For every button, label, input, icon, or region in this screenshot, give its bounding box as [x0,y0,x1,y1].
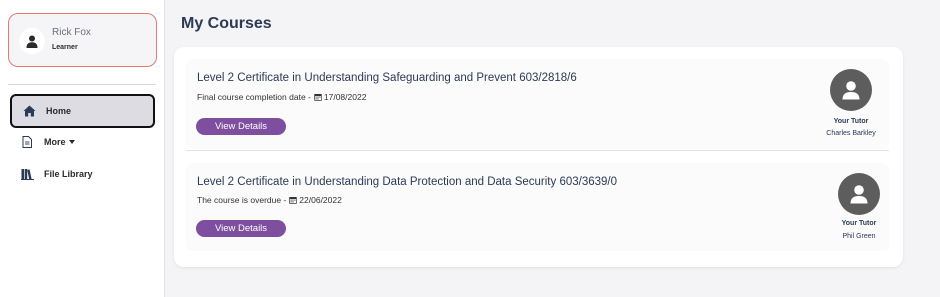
course-status-text: The course is overdue - [197,195,287,205]
course-title: Level 2 Certificate in Understanding Dat… [197,176,618,188]
page-title: My Courses [181,15,272,32]
course-date: 22/06/2022 [299,195,342,205]
tutor-name: Phil Green [842,233,876,240]
sidebar-item-label: More [44,137,66,147]
course-card: Level 2 Certificate in Understanding Dat… [186,163,889,251]
profile-card[interactable]: Rick Fox Learner [8,13,157,67]
course-meta: The course is overdue - 22/06/2022 [197,195,342,205]
course-date: 17/08/2022 [323,92,367,102]
user-avatar-icon [19,28,45,54]
tutor-avatar-icon [830,69,872,111]
books-icon [20,167,34,181]
sidebar-item-label: File Library [44,169,93,179]
view-details-button[interactable]: View Details [196,118,286,135]
sidebar: Rick Fox Learner Home More File Library [0,0,165,297]
courses-panel: Level 2 Certificate in Understanding Saf… [174,47,903,267]
tutor-label: Your Tutor [833,118,869,125]
profile-name: Rick Fox [52,27,91,38]
sidebar-item-label: Home [46,106,72,116]
course-status-text: Final course completion date - [197,92,311,102]
sidebar-item-home[interactable]: Home [10,94,155,128]
calendar-icon [289,196,297,204]
course-title: Level 2 Certificate in Understanding Saf… [197,72,577,84]
tutor-name: Charles Barkley [826,130,876,137]
chevron-down-icon [68,140,75,144]
sidebar-item-more[interactable]: More [10,125,155,159]
sidebar-item-file-library[interactable]: File Library [10,157,155,191]
document-icon [20,135,34,149]
home-icon [22,104,36,118]
tutor-label: Your Tutor [841,220,877,227]
calendar-icon [314,93,322,101]
tutor-avatar-icon [838,173,880,215]
view-details-button[interactable]: View Details [196,220,286,237]
profile-role: Learner [52,44,78,51]
course-card: Level 2 Certificate in Understanding Saf… [186,59,889,149]
course-divider [186,150,889,151]
sidebar-divider [8,84,156,85]
course-meta: Final course completion date - 17/08/202… [197,92,366,102]
